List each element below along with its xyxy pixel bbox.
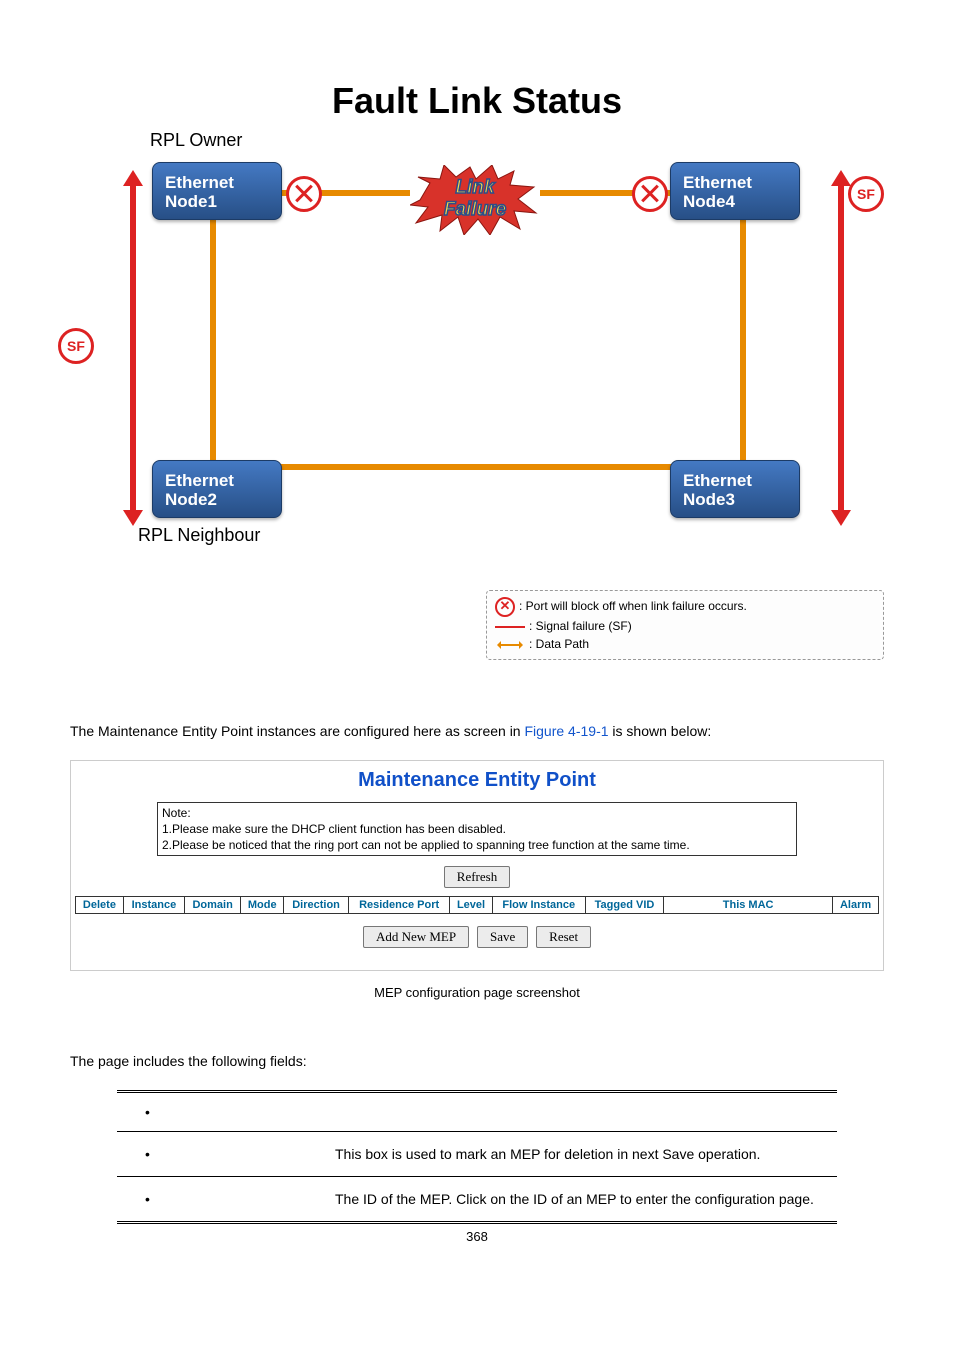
note-box: Note: 1.Please make sure the DHCP client… bbox=[157, 802, 797, 856]
legend-data-icon bbox=[495, 641, 525, 649]
note-label: Note: bbox=[162, 805, 792, 821]
figure-link[interactable]: Figure 4-19-1 bbox=[524, 723, 608, 739]
sf-badge-right: SF bbox=[848, 176, 884, 212]
mep-panel: Maintenance Entity Point Note: 1.Please … bbox=[70, 760, 884, 971]
col-residence-port: Residence Port bbox=[348, 897, 450, 914]
intro-post: is shown below: bbox=[609, 723, 712, 739]
node4: EthernetNode4 bbox=[670, 162, 800, 220]
legend-data: : Data Path bbox=[529, 637, 589, 651]
node1: EthernetNode1 bbox=[152, 162, 282, 220]
datapath-left bbox=[210, 220, 216, 470]
rpl-owner-label: RPL Owner bbox=[150, 130, 242, 151]
legend-block-icon: ✕ bbox=[495, 597, 515, 617]
fields-intro: The page includes the following fields: bbox=[70, 1050, 884, 1072]
link-failure-l1: Link bbox=[455, 177, 494, 198]
fields-table: This box is used to mark an MEP for dele… bbox=[117, 1090, 837, 1224]
panel-title: Maintenance Entity Point bbox=[75, 769, 879, 792]
col-delete: Delete bbox=[76, 897, 124, 914]
legend-sf-icon bbox=[495, 626, 525, 628]
legend-sf: : Signal failure (SF) bbox=[529, 619, 632, 633]
col-mode: Mode bbox=[241, 897, 284, 914]
datapath-bottom bbox=[210, 464, 746, 470]
datapath-right bbox=[740, 220, 746, 470]
field-2-desc: The ID of the MEP. Click on the ID of an… bbox=[325, 1177, 837, 1223]
add-new-mep-button[interactable]: Add New MEP bbox=[363, 926, 469, 948]
col-instance: Instance bbox=[123, 897, 184, 914]
node1-label: EthernetNode1 bbox=[165, 173, 234, 211]
mep-table: Delete Instance Domain Mode Direction Re… bbox=[75, 896, 879, 914]
col-this-mac: This MAC bbox=[664, 897, 833, 914]
col-flow-instance: Flow Instance bbox=[492, 897, 585, 914]
sf-line-right bbox=[838, 178, 844, 518]
field-1-desc: This box is used to mark an MEP for dele… bbox=[325, 1132, 837, 1177]
node2: EthernetNode2 bbox=[152, 460, 282, 518]
field-row-bullet bbox=[117, 1092, 325, 1132]
save-button[interactable]: Save bbox=[477, 926, 528, 948]
note-2: 2.Please be noticed that the ring port c… bbox=[162, 837, 792, 853]
legend: ✕ : Port will block off when link failure… bbox=[486, 590, 884, 660]
col-alarm: Alarm bbox=[833, 897, 879, 914]
field-row-desc bbox=[325, 1092, 837, 1132]
col-direction: Direction bbox=[284, 897, 349, 914]
reset-button[interactable]: Reset bbox=[536, 926, 591, 948]
sf-arrow-left-up bbox=[123, 160, 143, 186]
sf-arrow-right-down bbox=[831, 510, 851, 536]
node3-label: EthernetNode3 bbox=[683, 471, 752, 509]
col-level: Level bbox=[450, 897, 492, 914]
block-icon-left bbox=[286, 176, 322, 212]
intro-pre: The Maintenance Entity Point instances a… bbox=[70, 723, 524, 739]
field-row-bullet bbox=[117, 1132, 325, 1177]
sf-line-left bbox=[130, 178, 136, 518]
col-domain: Domain bbox=[185, 897, 241, 914]
intro-paragraph: The Maintenance Entity Point instances a… bbox=[70, 720, 884, 742]
rpl-neighbour-label: RPL Neighbour bbox=[138, 525, 260, 546]
sf-arrow-right-up bbox=[831, 160, 851, 186]
fault-link-diagram: Fault Link Status RPL Owner RPL Neighbou… bbox=[70, 60, 884, 660]
legend-block: : Port will block off when link failure … bbox=[519, 599, 747, 613]
link-failure-l2: Failure bbox=[444, 199, 506, 220]
col-tagged-vid: Tagged VID bbox=[585, 897, 663, 914]
note-1: 1.Please make sure the DHCP client funct… bbox=[162, 821, 792, 837]
page-number: 368 bbox=[0, 1229, 954, 1244]
node2-label: EthernetNode2 bbox=[165, 471, 234, 509]
node3: EthernetNode3 bbox=[670, 460, 800, 518]
link-failure-burst: LinkFailure bbox=[410, 165, 540, 235]
field-row-bullet bbox=[117, 1177, 325, 1223]
diagram-title: Fault Link Status bbox=[70, 80, 884, 122]
node4-label: EthernetNode4 bbox=[683, 173, 752, 211]
panel-caption: MEP configuration page screenshot bbox=[70, 985, 884, 1000]
sf-arrow-left-down bbox=[123, 510, 143, 536]
block-icon-right bbox=[632, 176, 668, 212]
refresh-button[interactable]: Refresh bbox=[444, 866, 510, 888]
sf-badge-left: SF bbox=[58, 328, 94, 364]
